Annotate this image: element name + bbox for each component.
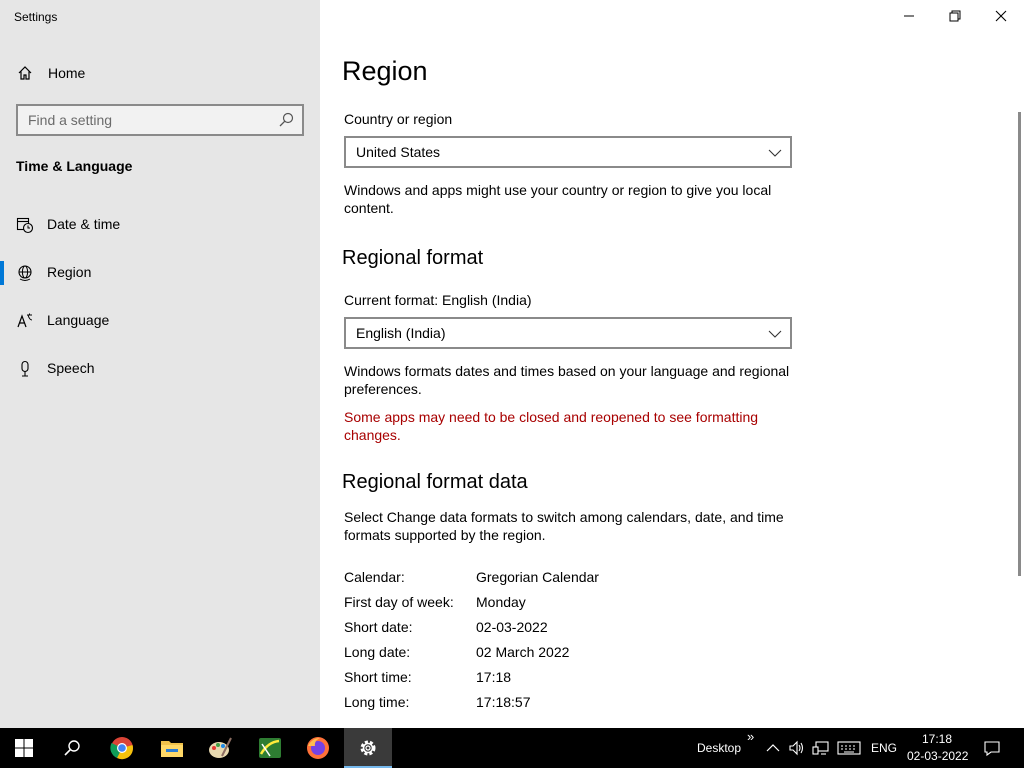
clock-date[interactable]: 02-03-2022 (907, 749, 968, 763)
sidebar-item-language[interactable]: Language (0, 301, 320, 341)
short-time-value: 17:18 (476, 669, 512, 685)
volume-icon[interactable] (788, 739, 806, 757)
chrome-icon (110, 737, 133, 760)
long-date-value: 02 March 2022 (476, 644, 570, 660)
network-icon[interactable] (812, 739, 830, 757)
sidebar-item-label: Language (47, 312, 110, 328)
chevron-down-icon (768, 330, 782, 338)
file-explorer-button[interactable] (148, 728, 196, 768)
current-format-label: Current format: English (India) (344, 292, 532, 308)
long-time-value: 17:18:57 (476, 694, 531, 710)
format-data-description: Select Change data formats to switch amo… (344, 509, 784, 543)
restore-icon (949, 10, 961, 22)
maps-icon (259, 738, 281, 758)
notifications-icon[interactable] (983, 739, 1001, 757)
keyboard-icon[interactable] (837, 739, 861, 757)
firefox-button[interactable] (294, 728, 342, 768)
search-input[interactable] (18, 106, 268, 134)
country-dropdown[interactable]: United States (344, 136, 792, 168)
country-description: Windows and apps might use your country … (344, 182, 772, 216)
chrome-button[interactable] (98, 728, 146, 768)
globe-icon (18, 265, 32, 281)
sidebar-item-date-time[interactable]: Date & time (0, 205, 320, 245)
first-day-value: Monday (476, 594, 526, 610)
sidebar-item-region[interactable]: Region (0, 253, 320, 293)
search-icon[interactable] (278, 112, 294, 128)
format-warning-text: Some apps may need to be closed and reop… (344, 409, 759, 443)
sidebar-item-speech[interactable]: Speech (0, 349, 320, 389)
close-icon (995, 10, 1007, 22)
short-time-key: Short time: (344, 669, 412, 685)
short-date-value: 02-03-2022 (476, 619, 548, 635)
restore-button[interactable] (932, 0, 978, 32)
nav-home-label: Home (48, 65, 86, 81)
maps-button[interactable] (246, 728, 294, 768)
calendar-clock-icon (16, 217, 34, 234)
minimize-icon (904, 15, 914, 17)
first-day-key: First day of week: (344, 594, 454, 610)
search-box[interactable] (16, 104, 304, 136)
settings-taskbar-button[interactable] (344, 728, 392, 768)
nav-home[interactable]: Home (0, 56, 320, 90)
paint-icon (209, 737, 232, 758)
sidebar-item-label: Date & time (47, 216, 121, 232)
regional-format-value: English (India) (356, 325, 446, 341)
regional-format-description: Windows formats dates and times based on… (344, 363, 790, 397)
page-title: Region (342, 56, 428, 86)
start-icon (15, 739, 33, 757)
chevron-down-icon (768, 149, 782, 157)
settings-icon (360, 740, 376, 756)
desktop-toolbar-label[interactable]: Desktop (697, 741, 741, 755)
regional-format-dropdown[interactable]: English (India) (344, 317, 792, 349)
clock-time[interactable]: 17:18 (922, 732, 952, 746)
taskbar: Desktop » ENG 17:18 02-03-2022 (0, 728, 1024, 768)
long-time-key: Long time: (344, 694, 410, 710)
paint-button[interactable] (196, 728, 244, 768)
scrollbar[interactable] (1018, 112, 1021, 576)
firefox-icon (307, 737, 329, 759)
sidebar-item-label: Speech (47, 360, 95, 376)
regional-format-heading: Regional format (342, 247, 484, 269)
start-button[interactable] (0, 728, 48, 768)
file-explorer-icon (161, 741, 183, 757)
app-title: Settings (14, 10, 58, 24)
toolbar-overflow-button[interactable]: » (747, 729, 754, 744)
home-icon (18, 66, 32, 80)
calendar-key: Calendar: (344, 569, 405, 585)
language-icon (17, 313, 33, 328)
search-icon (64, 740, 80, 756)
long-date-key: Long date: (344, 644, 411, 660)
sidebar-item-label: Region (47, 264, 92, 280)
chevron-up-icon[interactable] (764, 739, 782, 757)
input-language-indicator[interactable]: ENG (871, 741, 897, 755)
minimize-button[interactable] (886, 0, 932, 32)
country-label: Country or region (344, 111, 453, 127)
section-title: Time & Language (16, 158, 133, 174)
microphone-icon (21, 360, 29, 377)
sidebar: Settings Home Time & Language Date & tim… (0, 0, 320, 728)
calendar-value: Gregorian Calendar (476, 569, 599, 585)
short-date-key: Short date: (344, 619, 413, 635)
country-value: United States (356, 144, 441, 160)
close-button[interactable] (978, 0, 1024, 32)
format-data-heading: Regional format data (342, 471, 528, 493)
taskbar-search-button[interactable] (48, 728, 96, 768)
